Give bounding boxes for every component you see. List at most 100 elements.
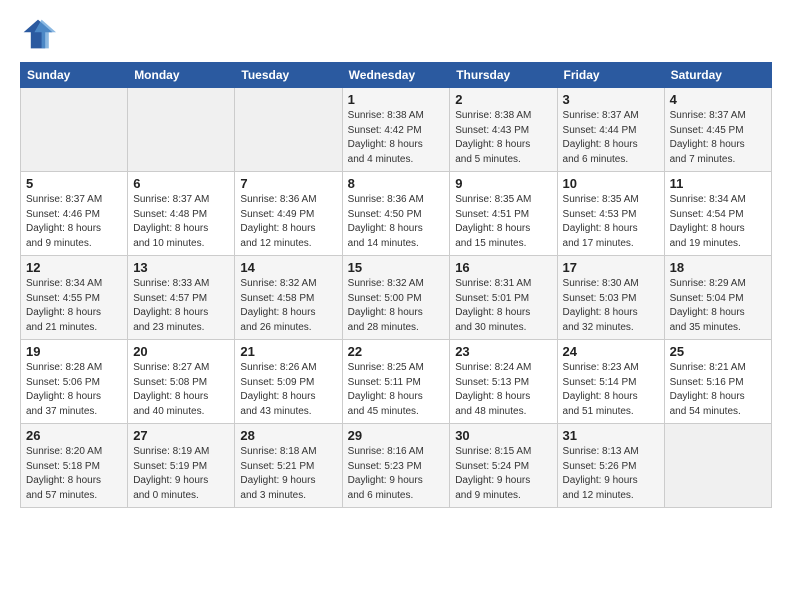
calendar-cell: 13 Sunrise: 8:33 AM Sunset: 4:57 PM Dayli… bbox=[128, 256, 235, 340]
weekday-header: Sunday bbox=[21, 63, 128, 88]
page-header bbox=[20, 16, 772, 52]
calendar-week-row: 1 Sunrise: 8:38 AM Sunset: 4:42 PM Daylig… bbox=[21, 88, 772, 172]
day-info: Sunrise: 8:32 AM Sunset: 5:00 PM Dayligh… bbox=[348, 277, 445, 335]
day-info: Sunrise: 8:13 AM Sunset: 5:26 PM Dayligh… bbox=[563, 445, 659, 503]
day-number: 16 bbox=[455, 260, 551, 275]
day-number: 29 bbox=[348, 428, 445, 443]
calendar-week-row: 26 Sunrise: 8:20 AM Sunset: 5:18 PM Dayli… bbox=[21, 424, 772, 508]
weekday-header: Tuesday bbox=[235, 63, 342, 88]
calendar-cell bbox=[21, 88, 128, 172]
day-number: 17 bbox=[563, 260, 659, 275]
calendar-cell: 21 Sunrise: 8:26 AM Sunset: 5:09 PM Dayli… bbox=[235, 340, 342, 424]
weekday-header: Monday bbox=[128, 63, 235, 88]
calendar-cell: 10Sunrise: 8:35 AM Sunset: 4:53 PM Dayli… bbox=[557, 172, 664, 256]
day-number: 30 bbox=[455, 428, 551, 443]
day-info: Sunrise: 8:28 AM Sunset: 5:06 PM Dayligh… bbox=[26, 361, 122, 419]
calendar-cell: 22 Sunrise: 8:25 AM Sunset: 5:11 PM Dayli… bbox=[342, 340, 450, 424]
calendar-cell: 30 Sunrise: 8:15 AM Sunset: 5:24 PM Dayli… bbox=[450, 424, 557, 508]
calendar-cell: 3 Sunrise: 8:37 AM Sunset: 4:44 PM Daylig… bbox=[557, 88, 664, 172]
calendar-cell bbox=[664, 424, 771, 508]
day-info: Sunrise: 8:15 AM Sunset: 5:24 PM Dayligh… bbox=[455, 445, 551, 503]
calendar-cell bbox=[128, 88, 235, 172]
calendar-cell: 6 Sunrise: 8:37 AM Sunset: 4:48 PM Daylig… bbox=[128, 172, 235, 256]
day-number: 12 bbox=[26, 260, 122, 275]
day-info: Sunrise: 8:27 AM Sunset: 5:08 PM Dayligh… bbox=[133, 361, 229, 419]
calendar-cell: 26 Sunrise: 8:20 AM Sunset: 5:18 PM Dayli… bbox=[21, 424, 128, 508]
calendar-cell: 31 Sunrise: 8:13 AM Sunset: 5:26 PM Dayli… bbox=[557, 424, 664, 508]
day-info: Sunrise: 8:36 AM Sunset: 4:50 PM Dayligh… bbox=[348, 193, 445, 251]
day-info: Sunrise: 8:37 AM Sunset: 4:46 PM Dayligh… bbox=[26, 193, 122, 251]
calendar-cell bbox=[235, 88, 342, 172]
calendar-cell: 17 Sunrise: 8:30 AM Sunset: 5:03 PM Dayli… bbox=[557, 256, 664, 340]
day-info: Sunrise: 8:23 AM Sunset: 5:14 PM Dayligh… bbox=[563, 361, 659, 419]
day-info: Sunrise: 8:34 AM Sunset: 4:55 PM Dayligh… bbox=[26, 277, 122, 335]
calendar-cell: 27 Sunrise: 8:19 AM Sunset: 5:19 PM Dayli… bbox=[128, 424, 235, 508]
calendar-cell: 20 Sunrise: 8:27 AM Sunset: 5:08 PM Dayli… bbox=[128, 340, 235, 424]
day-number: 6 bbox=[133, 176, 229, 191]
day-info: Sunrise: 8:38 AM Sunset: 4:42 PM Dayligh… bbox=[348, 109, 445, 167]
day-info: Sunrise: 8:37 AM Sunset: 4:44 PM Dayligh… bbox=[563, 109, 659, 167]
logo-icon bbox=[20, 16, 56, 52]
day-number: 14 bbox=[240, 260, 336, 275]
day-info: Sunrise: 8:33 AM Sunset: 4:57 PM Dayligh… bbox=[133, 277, 229, 335]
calendar-cell: 14 Sunrise: 8:32 AM Sunset: 4:58 PM Dayli… bbox=[235, 256, 342, 340]
day-info: Sunrise: 8:32 AM Sunset: 4:58 PM Dayligh… bbox=[240, 277, 336, 335]
calendar-cell: 4 Sunrise: 8:37 AM Sunset: 4:45 PM Daylig… bbox=[664, 88, 771, 172]
calendar-week-row: 12 Sunrise: 8:34 AM Sunset: 4:55 PM Dayli… bbox=[21, 256, 772, 340]
calendar-cell: 5Sunrise: 8:37 AM Sunset: 4:46 PM Daylig… bbox=[21, 172, 128, 256]
calendar-cell: 9 Sunrise: 8:35 AM Sunset: 4:51 PM Daylig… bbox=[450, 172, 557, 256]
logo bbox=[20, 16, 62, 52]
day-info: Sunrise: 8:18 AM Sunset: 5:21 PM Dayligh… bbox=[240, 445, 336, 503]
day-number: 20 bbox=[133, 344, 229, 359]
day-number: 1 bbox=[348, 92, 445, 107]
day-info: Sunrise: 8:37 AM Sunset: 4:45 PM Dayligh… bbox=[670, 109, 766, 167]
day-number: 15 bbox=[348, 260, 445, 275]
weekday-header: Wednesday bbox=[342, 63, 450, 88]
day-info: Sunrise: 8:38 AM Sunset: 4:43 PM Dayligh… bbox=[455, 109, 551, 167]
day-number: 13 bbox=[133, 260, 229, 275]
calendar-cell: 11Sunrise: 8:34 AM Sunset: 4:54 PM Dayli… bbox=[664, 172, 771, 256]
calendar-cell: 29Sunrise: 8:16 AM Sunset: 5:23 PM Dayli… bbox=[342, 424, 450, 508]
calendar-header-row: SundayMondayTuesdayWednesdayThursdayFrid… bbox=[21, 63, 772, 88]
weekday-header: Thursday bbox=[450, 63, 557, 88]
day-info: Sunrise: 8:20 AM Sunset: 5:18 PM Dayligh… bbox=[26, 445, 122, 503]
day-number: 8 bbox=[348, 176, 445, 191]
day-info: Sunrise: 8:30 AM Sunset: 5:03 PM Dayligh… bbox=[563, 277, 659, 335]
calendar-cell: 18Sunrise: 8:29 AM Sunset: 5:04 PM Dayli… bbox=[664, 256, 771, 340]
day-number: 25 bbox=[670, 344, 766, 359]
day-number: 9 bbox=[455, 176, 551, 191]
calendar-cell: 12 Sunrise: 8:34 AM Sunset: 4:55 PM Dayli… bbox=[21, 256, 128, 340]
day-info: Sunrise: 8:29 AM Sunset: 5:04 PM Dayligh… bbox=[670, 277, 766, 335]
day-number: 4 bbox=[670, 92, 766, 107]
day-info: Sunrise: 8:26 AM Sunset: 5:09 PM Dayligh… bbox=[240, 361, 336, 419]
calendar-cell: 16 Sunrise: 8:31 AM Sunset: 5:01 PM Dayli… bbox=[450, 256, 557, 340]
day-info: Sunrise: 8:25 AM Sunset: 5:11 PM Dayligh… bbox=[348, 361, 445, 419]
day-info: Sunrise: 8:35 AM Sunset: 4:51 PM Dayligh… bbox=[455, 193, 551, 251]
day-info: Sunrise: 8:36 AM Sunset: 4:49 PM Dayligh… bbox=[240, 193, 336, 251]
weekday-header: Saturday bbox=[664, 63, 771, 88]
calendar-cell: 25 Sunrise: 8:21 AM Sunset: 5:16 PM Dayli… bbox=[664, 340, 771, 424]
day-info: Sunrise: 8:24 AM Sunset: 5:13 PM Dayligh… bbox=[455, 361, 551, 419]
day-info: Sunrise: 8:37 AM Sunset: 4:48 PM Dayligh… bbox=[133, 193, 229, 251]
day-number: 19 bbox=[26, 344, 122, 359]
day-info: Sunrise: 8:34 AM Sunset: 4:54 PM Dayligh… bbox=[670, 193, 766, 251]
weekday-header: Friday bbox=[557, 63, 664, 88]
day-number: 22 bbox=[348, 344, 445, 359]
day-info: Sunrise: 8:21 AM Sunset: 5:16 PM Dayligh… bbox=[670, 361, 766, 419]
calendar-cell: 19 Sunrise: 8:28 AM Sunset: 5:06 PM Dayli… bbox=[21, 340, 128, 424]
calendar-cell: 7Sunrise: 8:36 AM Sunset: 4:49 PM Daylig… bbox=[235, 172, 342, 256]
day-number: 26 bbox=[26, 428, 122, 443]
calendar-cell: 23Sunrise: 8:24 AM Sunset: 5:13 PM Dayli… bbox=[450, 340, 557, 424]
day-info: Sunrise: 8:35 AM Sunset: 4:53 PM Dayligh… bbox=[563, 193, 659, 251]
day-number: 2 bbox=[455, 92, 551, 107]
day-info: Sunrise: 8:19 AM Sunset: 5:19 PM Dayligh… bbox=[133, 445, 229, 503]
day-number: 21 bbox=[240, 344, 336, 359]
day-number: 27 bbox=[133, 428, 229, 443]
calendar-cell: 15 Sunrise: 8:32 AM Sunset: 5:00 PM Dayli… bbox=[342, 256, 450, 340]
calendar-cell: 2 Sunrise: 8:38 AM Sunset: 4:43 PM Daylig… bbox=[450, 88, 557, 172]
day-number: 3 bbox=[563, 92, 659, 107]
day-number: 31 bbox=[563, 428, 659, 443]
day-info: Sunrise: 8:31 AM Sunset: 5:01 PM Dayligh… bbox=[455, 277, 551, 335]
calendar-cell: 28 Sunrise: 8:18 AM Sunset: 5:21 PM Dayli… bbox=[235, 424, 342, 508]
day-number: 28 bbox=[240, 428, 336, 443]
